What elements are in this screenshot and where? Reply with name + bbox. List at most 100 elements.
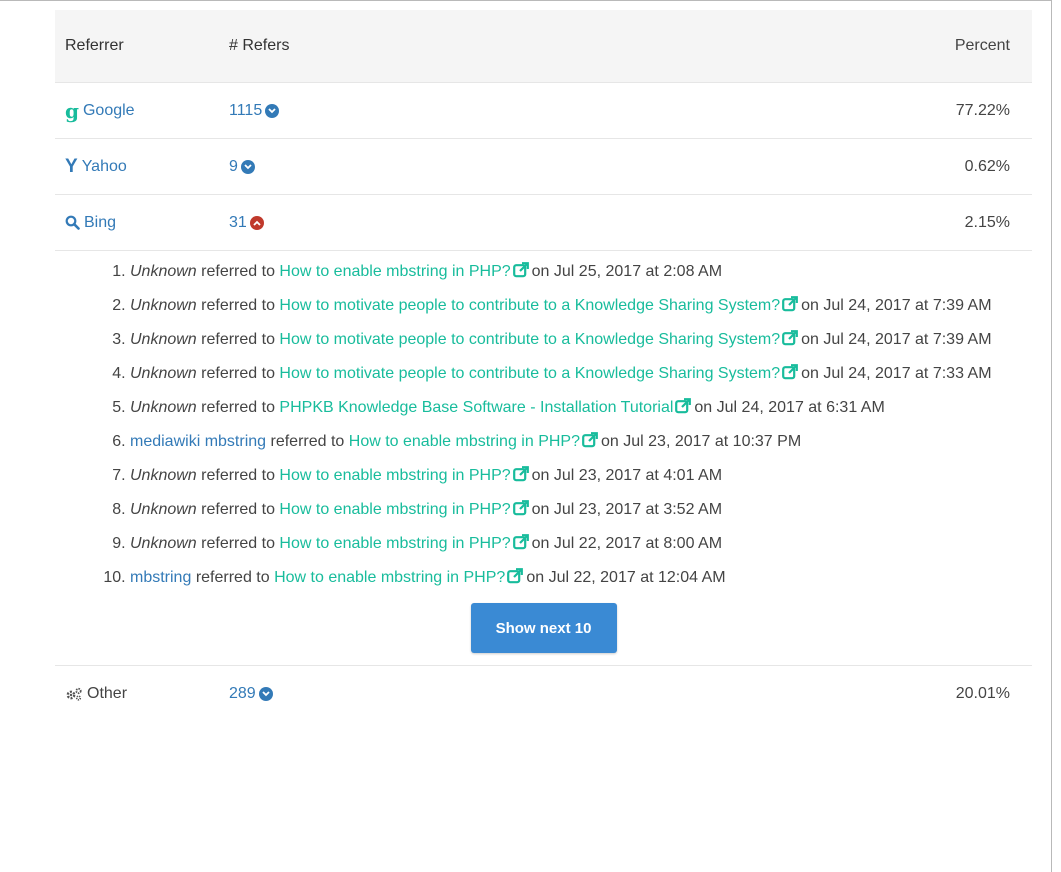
on-text: on <box>531 263 550 280</box>
google-icon: g <box>65 98 79 123</box>
show-next-button[interactable]: Show next 10 <box>470 603 617 653</box>
referred-page-link[interactable]: How to motivate people to contribute to … <box>279 297 780 314</box>
referral-date: Jul 22, 2017 at 12:04 AM <box>548 569 726 586</box>
external-link-icon[interactable] <box>782 330 799 353</box>
referred-to-text: referred to <box>201 365 275 382</box>
on-text: on <box>801 297 819 314</box>
bing-referral-details: Unknown referred to How to enable mbstri… <box>55 251 1032 666</box>
external-link-icon[interactable] <box>582 432 598 455</box>
referral-date: Jul 23, 2017 at 10:37 PM <box>623 433 802 450</box>
referral-source: Unknown <box>130 467 197 484</box>
external-link-icon[interactable] <box>782 296 799 319</box>
refers-count-link[interactable]: 9 <box>229 158 238 176</box>
referral-date: Jul 24, 2017 at 6:31 AM <box>716 399 885 416</box>
referral-item: mediawiki mbstring referred to How to en… <box>130 431 1018 455</box>
expand-chevron-icon[interactable] <box>240 159 255 174</box>
referral-date: Jul 24, 2017 at 7:39 AM <box>823 297 992 314</box>
external-link-icon[interactable] <box>507 568 524 591</box>
referrer-link-yahoo[interactable]: Y Yahoo <box>65 156 127 178</box>
referrer-other: Other <box>65 685 127 703</box>
referred-page-link[interactable]: How to enable mbstring in PHP? <box>279 535 510 552</box>
referred-page-link[interactable]: How to enable mbstring in PHP? <box>274 569 505 586</box>
header-refers: # Refers <box>229 37 290 54</box>
collapse-chevron-icon[interactable] <box>249 215 264 230</box>
referral-source: Unknown <box>130 331 197 348</box>
percent-value: 2.15% <box>964 213 1010 231</box>
referrer-name: Google <box>82 101 135 119</box>
referrer-row-other: Other 289 20.01% <box>55 666 1032 721</box>
referred-page-link[interactable]: How to motivate people to contribute to … <box>279 365 780 382</box>
on-text: on <box>694 399 713 416</box>
referred-to-text: referred to <box>201 331 275 348</box>
referral-date: Jul 23, 2017 at 4:01 AM <box>553 467 723 484</box>
external-link-icon[interactable] <box>512 534 529 557</box>
external-link-icon[interactable] <box>512 500 529 523</box>
yahoo-icon: Y <box>65 155 78 177</box>
referred-to-text: referred to <box>201 263 275 280</box>
external-link-icon[interactable] <box>675 398 692 421</box>
referral-item: Unknown referred to How to enable mbstri… <box>130 261 1018 285</box>
referral-source-link[interactable]: mediawiki mbstring <box>130 433 266 450</box>
external-link-icon[interactable] <box>782 364 799 387</box>
referred-page-link[interactable]: How to enable mbstring in PHP? <box>279 263 510 280</box>
on-text: on <box>801 365 819 382</box>
search-icon <box>65 215 80 230</box>
expand-chevron-icon[interactable] <box>265 103 280 118</box>
on-text: on <box>531 535 550 552</box>
external-link-icon[interactable] <box>512 262 529 285</box>
referral-item: Unknown referred to How to motivate peop… <box>130 329 1018 353</box>
referral-date: Jul 24, 2017 at 7:33 AM <box>823 365 992 382</box>
on-text: on <box>531 501 550 518</box>
referral-source: Unknown <box>130 535 197 552</box>
referred-page-link[interactable]: PHPKB Knowledge Base Software - Installa… <box>279 399 673 416</box>
referral-date: Jul 23, 2017 at 3:52 AM <box>553 501 723 518</box>
referral-item: Unknown referred to How to enable mbstri… <box>130 499 1018 523</box>
referred-to-text: referred to <box>201 399 275 416</box>
referred-page-link[interactable]: How to enable mbstring in PHP? <box>349 433 580 450</box>
referrer-table: Referrer # Refers Percent g Google 1115 … <box>55 10 1032 721</box>
referral-source-link[interactable]: mbstring <box>130 569 191 586</box>
percent-value: 0.62% <box>964 157 1010 175</box>
referral-source: Unknown <box>130 501 197 518</box>
referral-item: Unknown referred to How to enable mbstri… <box>130 465 1018 489</box>
refers-count-link[interactable]: 289 <box>229 685 256 703</box>
referrer-row-google: g Google 1115 77.22% <box>55 83 1032 139</box>
referred-page-link[interactable]: How to motivate people to contribute to … <box>279 331 780 348</box>
referral-source: Unknown <box>130 365 197 382</box>
referred-to-text: referred to <box>270 433 345 450</box>
referred-to-text: referred to <box>195 569 270 586</box>
percent-value: 77.22% <box>955 101 1010 119</box>
percent-value: 20.01% <box>955 684 1010 702</box>
on-text: on <box>601 433 619 450</box>
referrer-row-bing: Bing 31 2.15% <box>55 195 1032 251</box>
referral-item: Unknown referred to PHPKB Knowledge Base… <box>130 397 1018 421</box>
referral-item: Unknown referred to How to enable mbstri… <box>130 533 1018 557</box>
header-percent: Percent <box>954 37 1010 54</box>
referred-page-link[interactable]: How to enable mbstring in PHP? <box>279 501 510 518</box>
expand-chevron-icon[interactable] <box>258 686 273 701</box>
referrer-name: Other <box>87 684 128 702</box>
cogs-icon <box>65 687 83 701</box>
referred-to-text: referred to <box>201 501 275 518</box>
referral-date: Jul 24, 2017 at 7:39 AM <box>823 331 992 348</box>
referral-item: mbstring referred to How to enable mbstr… <box>130 567 1018 591</box>
header-referrer: Referrer <box>65 37 124 54</box>
referral-item: Unknown referred to How to motivate peop… <box>130 363 1018 387</box>
referrer-link-bing[interactable]: Bing <box>65 214 116 232</box>
referral-source: Unknown <box>130 297 197 314</box>
referred-page-link[interactable]: How to enable mbstring in PHP? <box>279 467 510 484</box>
referral-item: Unknown referred to How to motivate peop… <box>130 295 1018 319</box>
referred-to-text: referred to <box>201 467 275 484</box>
referrer-name: Yahoo <box>81 157 127 175</box>
refers-count-link[interactable]: 31 <box>229 214 247 232</box>
on-text: on <box>801 331 819 348</box>
referrer-name: Bing <box>84 213 117 231</box>
referrer-link-google[interactable]: g Google <box>65 99 135 123</box>
referral-source: Unknown <box>130 399 197 416</box>
refers-count-link[interactable]: 1115 <box>229 102 262 120</box>
referral-source: Unknown <box>130 263 197 280</box>
referral-date: Jul 22, 2017 at 8:00 AM <box>553 535 723 552</box>
external-link-icon[interactable] <box>512 466 529 489</box>
on-text: on <box>531 467 550 484</box>
referred-to-text: referred to <box>201 297 275 314</box>
